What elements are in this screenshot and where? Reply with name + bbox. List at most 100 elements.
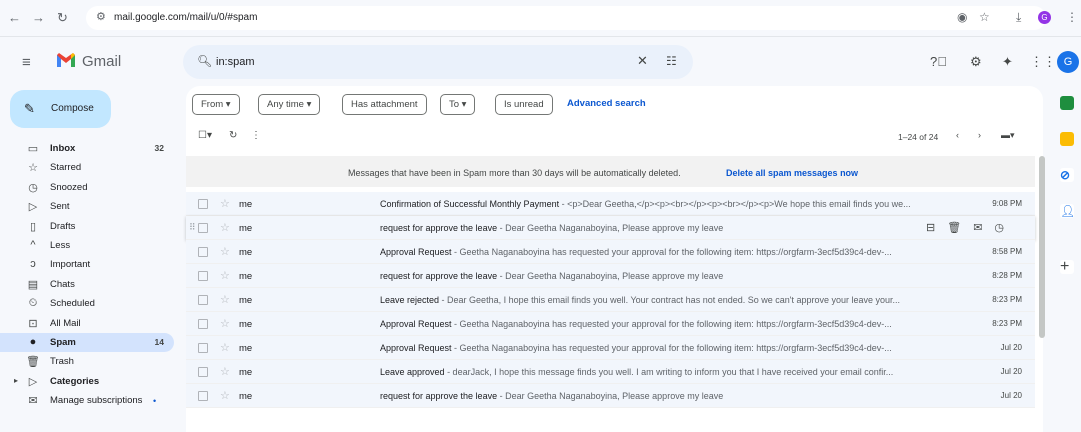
- sidebar-item-snoozed[interactable]: ◷ Snoozed: [0, 178, 174, 197]
- email-row[interactable]: ☆ me Approval Request - Geetha Naganaboyin…: [186, 336, 1035, 360]
- email-sender: me: [239, 247, 253, 258]
- gmail-brand[interactable]: Gmail: [82, 53, 121, 70]
- star-icon[interactable]: ☆: [220, 365, 230, 378]
- older-page-icon[interactable]: ›: [978, 130, 981, 140]
- gmail-logo-icon[interactable]: [56, 52, 76, 68]
- row-checkbox[interactable]: [198, 223, 208, 233]
- new-indicator-dot: •: [153, 396, 157, 407]
- email-sender: me: [239, 295, 253, 306]
- star-icon[interactable]: ☆: [220, 221, 230, 234]
- filter-to-chip[interactable]: To ▾: [440, 94, 476, 115]
- add-addon-icon[interactable]: +: [1060, 259, 1074, 275]
- contacts-icon[interactable]: 👤︎: [1060, 204, 1075, 218]
- email-row[interactable]: ☆ me Confirmation of Successful Monthly Pa…: [186, 192, 1035, 216]
- drag-handle-icon[interactable]: ⠿: [189, 222, 196, 233]
- email-row[interactable]: ☆ me request for approve the leave - Dear …: [186, 384, 1035, 408]
- filter-from-chip[interactable]: From ▾: [192, 94, 240, 115]
- forward-icon[interactable]: →: [32, 10, 45, 25]
- row-checkbox[interactable]: [198, 391, 208, 401]
- email-subject-line: Leave approved - dearJack, I hope this m…: [380, 367, 970, 377]
- mark-unread-icon[interactable]: ✉: [973, 222, 982, 234]
- row-checkbox[interactable]: [198, 295, 208, 305]
- email-row[interactable]: ☆ me Approval Request - Geetha Naganaboyin…: [186, 240, 1035, 264]
- reload-icon[interactable]: ↻: [57, 10, 68, 26]
- row-checkbox[interactable]: [198, 367, 208, 377]
- account-avatar[interactable]: G: [1057, 51, 1079, 73]
- star-icon[interactable]: ☆: [220, 269, 230, 282]
- keep-icon[interactable]: [1060, 132, 1074, 146]
- email-row[interactable]: ☆ me Leave approved - dearJack, I hope thi…: [186, 360, 1035, 384]
- sidebar-item-scheduled[interactable]: ⏲ Scheduled: [0, 294, 174, 313]
- delete-icon[interactable]: 🗑︎: [947, 222, 961, 234]
- row-checkbox[interactable]: [198, 343, 208, 353]
- refresh-icon[interactable]: ↻: [229, 130, 237, 141]
- row-checkbox[interactable]: [198, 319, 208, 329]
- help-icon[interactable]: ?⃝: [930, 54, 947, 69]
- sidebar-item-spam[interactable]: ● Spam 14: [0, 332, 174, 353]
- newer-page-icon[interactable]: ‹: [956, 130, 959, 140]
- row-checkbox[interactable]: [198, 199, 208, 209]
- address-bar[interactable]: ⚙ mail.google.com/mail/u/0/#spam: [86, 6, 1046, 30]
- expand-caret-icon[interactable]: ▸: [14, 376, 18, 385]
- filter-has-attachment-chip[interactable]: Has attachment: [342, 94, 427, 115]
- pagination-text: 1–24 of 24: [898, 132, 939, 142]
- settings-gear-icon[interactable]: ⚙: [970, 54, 982, 70]
- back-icon[interactable]: ←: [8, 10, 21, 25]
- sidebar-item-count: 14: [154, 336, 164, 347]
- email-row[interactable]: ☆ me Leave rejected - Dear Geetha, I hope …: [186, 288, 1035, 312]
- email-subject-line: Leave rejected - Dear Geetha, I hope thi…: [380, 295, 970, 305]
- bookmark-star-icon[interactable]: ☆: [979, 10, 990, 24]
- sidebar-item-trash[interactable]: 🗑︎ Trash: [0, 352, 174, 371]
- delete-all-spam-link[interactable]: Delete all spam messages now: [726, 168, 858, 178]
- clear-search-icon[interactable]: ✕: [637, 53, 648, 69]
- sidebar-item-drafts[interactable]: ▯ Drafts: [0, 217, 174, 236]
- sidebar-item-less[interactable]: ^ Less: [0, 236, 174, 255]
- sidebar-item-sent[interactable]: ▷ Sent: [0, 197, 174, 216]
- snooze-icon[interactable]: ◷: [994, 222, 1004, 234]
- filter-is-unread-chip[interactable]: Is unread: [495, 94, 553, 115]
- density-toggle-icon[interactable]: ▬▾: [1001, 130, 1015, 141]
- email-sender: me: [239, 199, 253, 210]
- download-icon[interactable]: ⤓: [1016, 10, 1021, 25]
- email-subject-line: Approval Request - Geetha Naganaboyina h…: [380, 319, 970, 329]
- search-bar[interactable]: 🔍︎ in:spam ✕ ☷: [183, 45, 693, 79]
- email-row[interactable]: ⠿ ☆ me request for approve the leave - Dear…: [186, 216, 1035, 240]
- advanced-search-link[interactable]: Advanced search: [567, 98, 646, 109]
- search-input[interactable]: in:spam: [216, 56, 255, 68]
- more-options-icon[interactable]: ⋮: [251, 130, 261, 141]
- search-icon[interactable]: 🔍︎: [197, 54, 212, 68]
- apps-grid-icon[interactable]: ⋮⋮: [1030, 54, 1056, 70]
- search-options-icon[interactable]: ☷: [666, 54, 677, 68]
- sidebar-item-all-mail[interactable]: ⊡ All Mail: [0, 314, 174, 333]
- star-icon[interactable]: ☆: [220, 293, 230, 306]
- archive-icon[interactable]: ⊟: [926, 222, 935, 234]
- sidebar-item-manage-subscriptions[interactable]: ✉ Manage subscriptions •: [0, 391, 174, 410]
- sidebar-item-starred[interactable]: ☆ Starred: [0, 158, 174, 177]
- scrollbar[interactable]: [1039, 156, 1045, 338]
- row-checkbox[interactable]: [198, 271, 208, 281]
- star-icon[interactable]: ☆: [220, 389, 230, 402]
- url-text[interactable]: mail.google.com/mail/u/0/#spam: [114, 12, 257, 23]
- calendar-icon[interactable]: [1060, 96, 1074, 110]
- browser-menu-icon[interactable]: ⋮: [1066, 10, 1078, 24]
- sidebar-item-inbox[interactable]: ▭ Inbox 32: [0, 139, 174, 158]
- compose-button[interactable]: ✎ Compose: [10, 90, 111, 128]
- sidebar-item-important[interactable]: ↄ Important: [0, 255, 174, 274]
- select-all-checkbox[interactable]: ☐▾: [198, 130, 212, 141]
- main-menu-icon[interactable]: ≡: [22, 54, 31, 71]
- star-icon[interactable]: ☆: [220, 197, 230, 210]
- email-row[interactable]: ☆ me Approval Request - Geetha Naganaboyin…: [186, 312, 1035, 336]
- sidebar-item-chats[interactable]: ▤ Chats: [0, 275, 174, 294]
- tasks-icon[interactable]: ⊘: [1060, 168, 1074, 182]
- view-icon[interactable]: ◉: [957, 10, 967, 24]
- star-icon[interactable]: ☆: [220, 317, 230, 330]
- email-row[interactable]: ☆ me request for approve the leave - Dear …: [186, 264, 1035, 288]
- gemini-sparkle-icon[interactable]: ✦: [1002, 54, 1013, 70]
- filter-any-time-chip[interactable]: Any time ▾: [258, 94, 321, 115]
- star-icon[interactable]: ☆: [220, 341, 230, 354]
- site-settings-icon[interactable]: ⚙: [96, 10, 106, 23]
- browser-profile-avatar[interactable]: G: [1038, 11, 1051, 24]
- row-checkbox[interactable]: [198, 247, 208, 257]
- star-icon[interactable]: ☆: [220, 245, 230, 258]
- sidebar-item-categories[interactable]: ▸ ▷ Categories: [0, 372, 174, 391]
